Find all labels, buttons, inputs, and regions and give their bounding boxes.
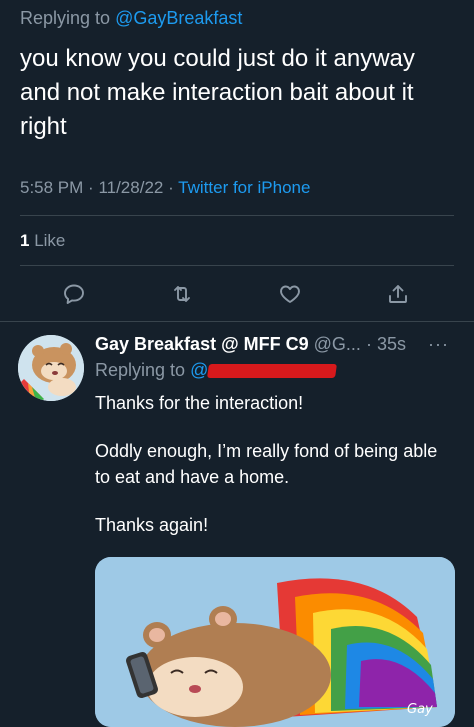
tweet-date[interactable]: 11/28/22 — [98, 178, 163, 197]
reply-paragraph-3: Thanks again! — [95, 515, 209, 535]
like-count-number: 1 — [20, 231, 30, 250]
reply-header: Gay Breakfast @ MFF C9 @G... · 35s — [95, 334, 465, 355]
retweet-button[interactable] — [162, 276, 202, 312]
like-button[interactable] — [270, 276, 310, 312]
meta-separator: · — [88, 178, 99, 197]
meta-separator: · — [168, 178, 179, 197]
reply-button[interactable] — [54, 276, 94, 312]
reply-time[interactable]: 35s — [377, 334, 406, 354]
reply-replying-to-line: Replying to @ — [95, 360, 338, 381]
tweet-source-link[interactable]: Twitter for iPhone — [178, 178, 310, 197]
replying-to-handle-text: @ — [190, 360, 209, 380]
reply-icon — [64, 284, 84, 304]
more-options-icon[interactable]: ··· — [428, 334, 449, 355]
tweet-time[interactable]: 5:58 PM — [20, 178, 83, 197]
divider — [0, 321, 474, 322]
divider — [20, 265, 454, 266]
reply-paragraph-2: Oddly enough, I’m really fond of being a… — [95, 441, 438, 487]
replying-to-handle-link[interactable]: @ — [190, 360, 338, 380]
replying-to-line: Replying to @GayBreakfast — [20, 8, 242, 29]
share-button[interactable] — [378, 276, 418, 312]
reply-paragraph-1: Thanks for the interaction! — [95, 393, 304, 413]
header-separator: · — [365, 334, 377, 354]
replying-to-handle-link[interactable]: @GayBreakfast — [115, 8, 242, 28]
tweet-action-bar — [0, 276, 474, 312]
share-icon — [389, 285, 407, 303]
like-icon — [280, 285, 300, 303]
divider — [20, 215, 454, 216]
avatar[interactable] — [18, 335, 84, 401]
illustration-signature: Gay — [407, 702, 433, 717]
replying-to-label: Replying to — [95, 360, 186, 380]
like-count-label: Like — [34, 231, 66, 250]
hamster-illustration: Gay — [95, 557, 455, 727]
tweet-text: you know you could just do it anyway and… — [20, 45, 415, 140]
tweet-meta: 5:58 PM · 11/28/22 · Twitter for iPhone — [20, 178, 310, 198]
replying-to-label: Replying to — [20, 8, 111, 28]
reply-display-name[interactable]: Gay Breakfast @ MFF C9 — [95, 334, 309, 354]
reply-handle[interactable]: @G... — [314, 334, 361, 354]
reply-media-image[interactable]: Gay — [95, 557, 455, 727]
redaction-mark — [207, 364, 338, 379]
avatar-image — [18, 335, 84, 401]
likes-count[interactable]: 1 Like — [20, 231, 65, 251]
retweet-icon — [174, 286, 190, 302]
